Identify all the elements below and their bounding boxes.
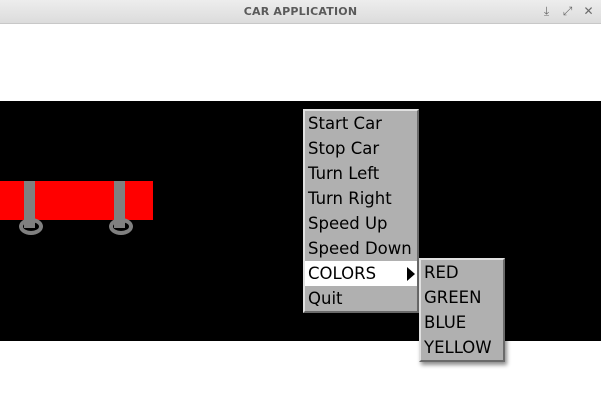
- menu-item-label: COLORS: [308, 264, 377, 283]
- menu-item-label: Start Car: [308, 114, 382, 133]
- submenu-item-green[interactable]: GREEN: [421, 285, 503, 310]
- close-icon[interactable]: ✕: [582, 3, 595, 19]
- car-wheel-front: [109, 218, 133, 235]
- menu-item-label: Stop Car: [308, 139, 380, 158]
- menu-item-label: Turn Left: [308, 164, 380, 183]
- submenu-item-label: GREEN: [424, 288, 482, 307]
- submenu-item-label: BLUE: [424, 313, 467, 332]
- submenu-item-blue[interactable]: BLUE: [421, 310, 503, 335]
- car-wheel-rear: [19, 218, 43, 235]
- submenu-item-label: RED: [424, 263, 459, 282]
- menu-item-stop-car[interactable]: Stop Car: [305, 136, 417, 161]
- app-window: CAR APPLICATION ⤓ ⤢ ✕ Start Car Stop Car…: [0, 0, 601, 420]
- menu-item-label: Turn Right: [308, 189, 392, 208]
- menu-item-colors[interactable]: COLORS: [305, 261, 417, 286]
- window-controls: ⤓ ⤢ ✕: [540, 3, 595, 19]
- title-bar[interactable]: CAR APPLICATION ⤓ ⤢ ✕: [0, 0, 601, 24]
- menu-item-label: Speed Up: [308, 214, 388, 233]
- menu-item-speed-up[interactable]: Speed Up: [305, 211, 417, 236]
- car-body: [0, 181, 153, 220]
- menu-item-turn-right[interactable]: Turn Right: [305, 186, 417, 211]
- minimize-icon[interactable]: ⤓: [540, 3, 553, 19]
- menu-item-quit[interactable]: Quit: [305, 286, 417, 311]
- menu-item-turn-left[interactable]: Turn Left: [305, 161, 417, 186]
- menu-item-label: Quit: [308, 289, 343, 308]
- maximize-icon[interactable]: ⤢: [561, 3, 574, 19]
- submenu-arrow-icon: [407, 267, 415, 281]
- menu-item-label: Speed Down: [308, 239, 412, 258]
- colors-submenu: RED GREEN BLUE YELLOW: [419, 258, 505, 362]
- window-title: CAR APPLICATION: [243, 5, 358, 18]
- popup-menu: Start Car Stop Car Turn Left Turn Right …: [303, 109, 419, 313]
- menu-item-start-car[interactable]: Start Car: [305, 111, 417, 136]
- submenu-item-label: YELLOW: [424, 338, 492, 357]
- menu-item-speed-down[interactable]: Speed Down: [305, 236, 417, 261]
- drawing-canvas[interactable]: [0, 101, 601, 341]
- submenu-item-red[interactable]: RED: [421, 260, 503, 285]
- submenu-item-yellow[interactable]: YELLOW: [421, 335, 503, 360]
